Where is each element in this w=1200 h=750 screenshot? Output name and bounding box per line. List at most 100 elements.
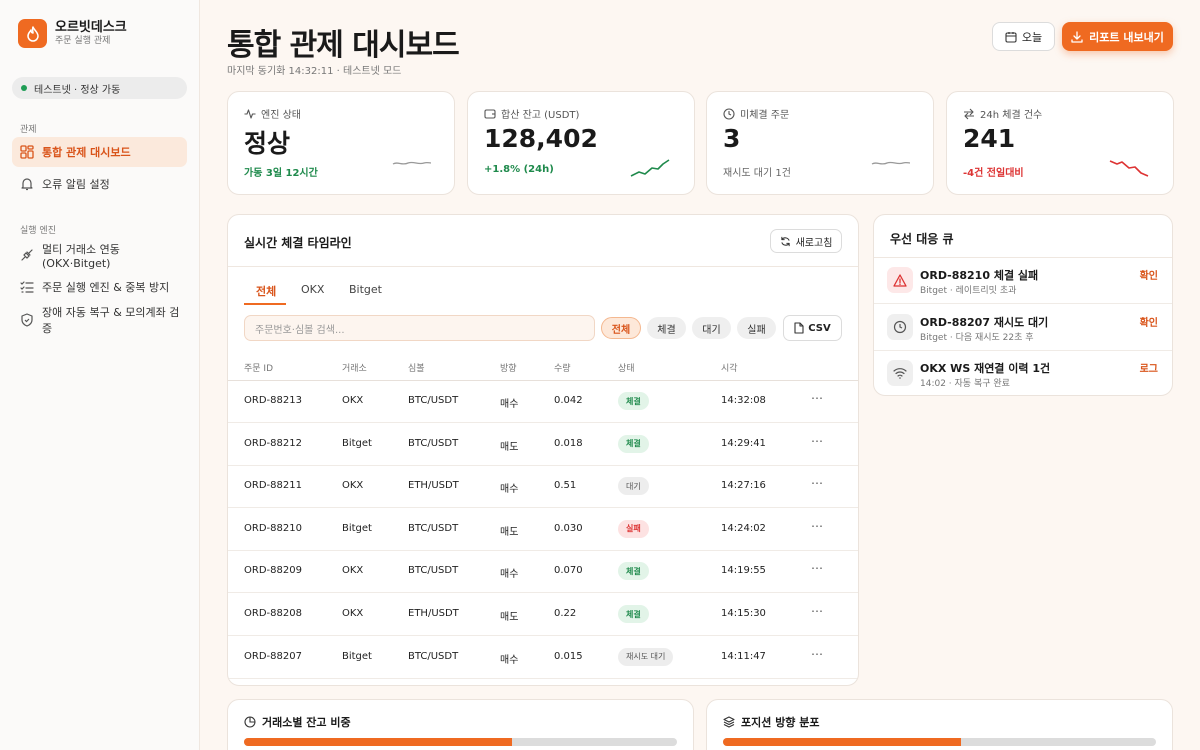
divider [228, 266, 858, 267]
position-direction-card: 포지션 방향 분포 [706, 699, 1173, 750]
filter-chip-pending[interactable]: 대기 [692, 317, 731, 339]
brand[interactable]: 오르빗데스크 주문 실행 관제 [18, 19, 127, 48]
sidebar-item-dashboard[interactable]: 통합 관제 대시보드 [12, 137, 187, 167]
download-icon [1071, 30, 1083, 43]
plug-icon [21, 249, 33, 261]
table-row[interactable]: ORD-88212 Bitget BTC/USDT 매도 0.018 14:29:41 체결… [228, 424, 858, 466]
today-button-label: 오늘 [1021, 30, 1043, 44]
stat-footnote: 재시도 대기 1건 [723, 168, 791, 179]
queue-item[interactable]: OKX WS 재연결 이력 1건 14:02 · 자동 복구 완료 로그 [874, 351, 1172, 395]
queue-action-link[interactable]: 확인 [1140, 314, 1158, 329]
stat-card-fills-24h: 24h 체결 건수 241 -4건 전일대비 [946, 91, 1174, 195]
stat-value: 128,402 [484, 124, 598, 153]
export-report-button[interactable]: 리포트 내보내기 [1062, 22, 1173, 51]
queue-item-title: ORD-88207 재시도 대기 [920, 316, 1049, 329]
column-header[interactable]: 시각 [721, 361, 738, 374]
queue-item[interactable]: ORD-88207 재시도 대기 Bitget · 다음 재시도 22초 후 확… [874, 305, 1172, 351]
sidebar-item-recovery[interactable]: 장애 자동 복구 & 모의계좌 검증 [12, 305, 187, 335]
page-title: 통합 관제 대시보드 [227, 28, 460, 63]
cell-exchange: Bitget [342, 437, 372, 449]
clock-icon [887, 314, 913, 340]
cell-exchange: Bitget [342, 650, 372, 662]
more-options-icon[interactable]: ⋯ [811, 476, 824, 490]
sidebar: 오르빗데스크 주문 실행 관제 테스트넷 · 정상 가동 관제 통합 관제 대시… [0, 0, 200, 750]
export-button-label: 리포트 내보내기 [1089, 30, 1164, 44]
status-badge: 체결 [618, 434, 649, 453]
sidebar-item-label: 주문 실행 엔진 & 중복 방지 [42, 281, 170, 294]
refresh-button[interactable]: 새로고침 [770, 229, 842, 253]
pie-chart-icon [244, 716, 256, 728]
cell-side: 매도 [500, 612, 519, 623]
table-row[interactable]: ORD-88211 OKX ETH/USDT 매수 0.51 14:27:16 대기 ⋯ [228, 466, 858, 509]
stat-label: 합산 잔고 (USDT) [501, 110, 580, 121]
cell-side: 매수 [500, 654, 519, 666]
column-header[interactable]: 수량 [554, 361, 571, 374]
more-options-icon[interactable]: ⋯ [811, 434, 824, 448]
cell-qty: 0.018 [554, 437, 583, 449]
column-header[interactable]: 심볼 [408, 361, 425, 374]
cell-time: 14:32:08 [721, 395, 766, 406]
queue-item-title: ORD-88210 체결 실패 [920, 269, 1039, 282]
cell-side: 매도 [500, 526, 519, 538]
column-header[interactable]: 상태 [618, 361, 635, 374]
nav-section-monitor: 관제 [20, 125, 37, 135]
tab-all[interactable]: 전체 [256, 283, 276, 299]
more-options-icon[interactable]: ⋯ [811, 391, 824, 405]
table-row[interactable]: ORD-88210 Bitget BTC/USDT 매도 0.030 14:24:02 실패… [228, 509, 858, 551]
stat-card-open-orders: 미체결 주문 3 재시도 대기 1건 [706, 91, 934, 195]
search-input[interactable]: 주문번호·심볼 검색... [244, 315, 595, 341]
filter-chip-filled[interactable]: 체결 [647, 317, 686, 339]
cell-exchange: Bitget [342, 522, 372, 534]
sparkline [1109, 160, 1149, 177]
queue-action-link[interactable]: 확인 [1140, 267, 1158, 282]
stat-label: 24h 체결 건수 [980, 110, 1043, 121]
more-options-icon[interactable]: ⋯ [811, 519, 824, 533]
card-title: 거래소별 잔고 비중 [262, 716, 351, 729]
cell-symbol: BTC/USDT [408, 522, 459, 534]
stat-card-engine-status: 엔진 상태 정상 가동 3일 12시간 [227, 91, 455, 195]
table-row[interactable]: ORD-88209 OKX BTC/USDT 매수 0.070 14:19:55 체결 ⋯ [228, 551, 858, 594]
swap-icon [964, 108, 974, 119]
table-row[interactable]: ORD-88207 Bitget BTC/USDT 매수 0.015 14:11:47 재시… [228, 637, 858, 679]
tab-okx[interactable]: OKX [301, 283, 324, 296]
cell-id: ORD-88207 [244, 650, 302, 662]
column-header[interactable]: 주문 ID [244, 361, 273, 374]
sidebar-item-label: 장애 자동 복구 & 모의계좌 검증 [42, 306, 180, 335]
priority-queue-card: 우선 대응 큐 ORD-88210 체결 실패 Bitget · 레이트리밋 초… [873, 214, 1173, 396]
tab-bitget[interactable]: Bitget [349, 283, 382, 296]
sparkline [392, 161, 432, 165]
filter-chip-all[interactable]: 전체 [601, 317, 641, 339]
clock-icon [723, 107, 735, 120]
sidebar-item-alerts[interactable]: 오류 알림 설정 [12, 169, 187, 199]
sidebar-item-multi-exchange[interactable]: 멀티 거래소 연동 (OKX·Bitget) [12, 240, 187, 270]
status-badge: 체결 [618, 562, 649, 581]
more-options-icon[interactable]: ⋯ [811, 647, 824, 661]
stat-footnote: +1.8% (24h) [484, 164, 554, 175]
queue-item-subtitle: Bitget · 다음 재시도 22초 후 [920, 333, 1034, 343]
cell-symbol: ETH/USDT [408, 608, 459, 619]
brand-name: 오르빗데스크 [55, 19, 127, 35]
queue-action-link[interactable]: 로그 [1140, 360, 1158, 375]
cell-qty: 0.015 [554, 650, 583, 662]
more-options-icon[interactable]: ⋯ [811, 561, 824, 575]
flame-icon [18, 19, 47, 48]
table-row[interactable]: ORD-88213 OKX BTC/USDT 매수 0.042 14:32:08 체결 ⋯ [228, 381, 858, 423]
execution-timeline-card: 실시간 체결 타임라인 새로고침 전체 OKX Bitget 주문번호·심볼 검… [227, 214, 859, 686]
queue-title: 우선 대응 큐 [890, 232, 954, 246]
table-row[interactable]: ORD-88208 OKX ETH/USDT 매도 0.22 14:15:30 체결 ⋯ [228, 594, 858, 636]
queue-item[interactable]: ORD-88210 체결 실패 Bitget · 레이트리밋 초과 확인 [874, 258, 1172, 304]
refresh-icon [780, 236, 790, 246]
sidebar-item-order-engine[interactable]: 주문 실행 엔진 & 중복 방지 [12, 272, 187, 302]
filter-chip-failed[interactable]: 실패 [737, 317, 776, 339]
more-options-icon[interactable]: ⋯ [811, 604, 824, 618]
stat-value: 3 [723, 124, 741, 153]
status-badge: 체결 [618, 392, 649, 410]
today-button[interactable]: 오늘 [992, 22, 1055, 51]
checklist-icon [20, 281, 34, 293]
column-header[interactable]: 거래소 [342, 361, 367, 374]
column-header[interactable]: 방향 [500, 361, 517, 374]
wifi-icon [887, 360, 913, 386]
sparkline [871, 161, 911, 165]
timeline-title: 실시간 체결 타임라인 [244, 236, 352, 250]
csv-export-button[interactable]: CSV [783, 315, 842, 341]
